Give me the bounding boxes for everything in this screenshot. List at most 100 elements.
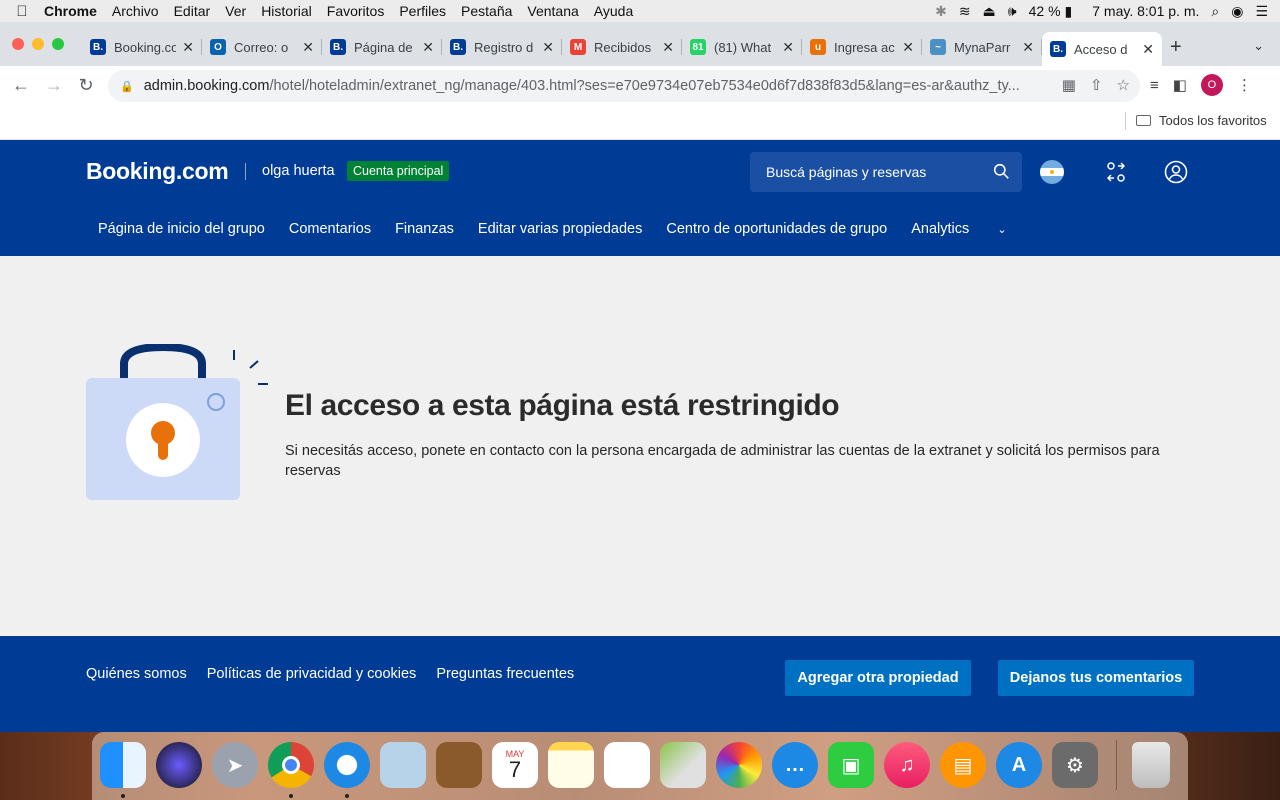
tab-1[interactable]: B. Booking.com ✕ bbox=[82, 32, 202, 62]
tab-title: Ingresa ac bbox=[834, 39, 895, 55]
mail-stamp-icon[interactable] bbox=[380, 742, 426, 788]
reminders-icon[interactable] bbox=[604, 742, 650, 788]
siri-icon[interactable] bbox=[156, 742, 202, 788]
tab-8[interactable]: ~ MynaParr ✕ bbox=[922, 32, 1042, 62]
booking-logo[interactable]: Booking.com bbox=[86, 158, 229, 185]
music-icon[interactable]: ♫ bbox=[884, 742, 930, 788]
photos-icon[interactable] bbox=[716, 742, 762, 788]
tab-3[interactable]: B. Página de ✕ bbox=[322, 32, 442, 62]
tab-2[interactable]: O Correo: o ✕ bbox=[202, 32, 322, 62]
volume-icon[interactable]: 🕪 bbox=[1008, 3, 1017, 20]
close-tab-icon[interactable]: ✕ bbox=[1022, 39, 1034, 56]
bluetooth-icon[interactable]: ✱ bbox=[935, 3, 947, 20]
profile-avatar[interactable]: O bbox=[1200, 74, 1223, 96]
close-tab-icon[interactable]: ✕ bbox=[542, 39, 554, 56]
new-tab-button[interactable]: + bbox=[1170, 36, 1182, 59]
apple-menu-icon[interactable]:  bbox=[0, 3, 44, 20]
maps-icon[interactable] bbox=[660, 742, 706, 788]
minimize-window-button[interactable] bbox=[32, 38, 44, 50]
close-tab-icon[interactable]: ✕ bbox=[782, 39, 794, 56]
more-menu-icon[interactable]: ⋮ bbox=[1237, 76, 1252, 94]
switch-properties-icon[interactable] bbox=[1104, 160, 1128, 184]
translate-icon[interactable]: ▦ bbox=[1062, 76, 1076, 94]
contacts-icon[interactable] bbox=[436, 742, 482, 788]
side-panel-icon[interactable]: ◧ bbox=[1173, 76, 1187, 94]
wifi-icon[interactable]: ≋ bbox=[959, 3, 971, 20]
menu-ventana[interactable]: Ventana bbox=[527, 3, 578, 19]
eject-icon[interactable]: ⏏ bbox=[983, 3, 996, 20]
books-icon[interactable]: ▤ bbox=[940, 742, 986, 788]
nav-analytics[interactable]: Analytics ⌄ bbox=[911, 221, 1030, 237]
booking-nav: Página de inicio del grupo Comentarios F… bbox=[98, 221, 1055, 237]
tab-search-chevron-icon[interactable]: ⌄ bbox=[1253, 38, 1264, 54]
nav-group-home[interactable]: Página de inicio del grupo bbox=[98, 221, 265, 237]
address-bar[interactable]: 🔒 admin.booking.com/hotel/hoteladmin/ext… bbox=[108, 70, 1140, 102]
finder-icon[interactable] bbox=[100, 742, 146, 788]
tab-7[interactable]: u Ingresa ac ✕ bbox=[802, 32, 922, 62]
close-tab-icon[interactable]: ✕ bbox=[422, 39, 434, 56]
close-window-button[interactable] bbox=[12, 38, 24, 50]
nav-reviews[interactable]: Comentarios bbox=[289, 221, 371, 237]
menu-historial[interactable]: Historial bbox=[261, 3, 312, 19]
menu-editar[interactable]: Editar bbox=[174, 3, 211, 19]
footer-about-link[interactable]: Quiénes somos bbox=[86, 666, 187, 682]
all-bookmarks-button[interactable]: Todos los favoritos bbox=[1136, 113, 1267, 128]
close-tab-icon[interactable]: ✕ bbox=[1142, 41, 1154, 58]
menubar-datetime[interactable]: 7 may. 8:01 p. m. bbox=[1092, 3, 1199, 19]
maximize-window-button[interactable] bbox=[52, 38, 64, 50]
argentina-flag-icon[interactable] bbox=[1040, 160, 1064, 184]
battery-icon[interactable]: ▮ bbox=[1065, 3, 1073, 20]
nav-finance[interactable]: Finanzas bbox=[395, 221, 454, 237]
launchpad-icon[interactable]: ➤ bbox=[212, 742, 258, 788]
facetime-icon[interactable]: ▣ bbox=[828, 742, 874, 788]
nav-opportunity-center[interactable]: Centro de oportunidades de grupo bbox=[666, 221, 887, 237]
tab-favicon-icon: O bbox=[210, 39, 226, 55]
trash-icon[interactable] bbox=[1132, 742, 1170, 788]
reading-list-icon[interactable]: ≡ bbox=[1150, 77, 1159, 94]
reload-icon[interactable]: ↻ bbox=[75, 75, 97, 96]
feedback-button[interactable]: Dejanos tus comentarios bbox=[998, 660, 1194, 696]
account-badge: Cuenta principal bbox=[347, 161, 450, 181]
share-icon[interactable]: ⇧ bbox=[1090, 76, 1103, 94]
tab-4[interactable]: B. Registro d ✕ bbox=[442, 32, 562, 62]
tab-favicon-icon: B. bbox=[450, 39, 466, 55]
menu-pestana[interactable]: Pestaña bbox=[461, 3, 512, 19]
user-account-icon[interactable] bbox=[1164, 160, 1188, 184]
menu-ayuda[interactable]: Ayuda bbox=[594, 3, 633, 19]
add-property-button[interactable]: Agregar otra propiedad bbox=[785, 660, 971, 696]
lock-icon[interactable]: 🔒 bbox=[120, 80, 134, 93]
tab-6[interactable]: 81 (81) What ✕ bbox=[682, 32, 802, 62]
siri-icon[interactable]: ◉ bbox=[1231, 3, 1243, 20]
control-center-icon[interactable]: ☰ bbox=[1255, 3, 1268, 20]
footer-privacy-link[interactable]: Políticas de privacidad y cookies bbox=[207, 666, 417, 682]
menu-archivo[interactable]: Archivo bbox=[112, 3, 159, 19]
bookmark-star-icon[interactable]: ☆ bbox=[1117, 76, 1130, 94]
tab-9[interactable]: B. Acceso d ✕ bbox=[1042, 32, 1162, 66]
system-preferences-icon[interactable]: ⚙ bbox=[1052, 742, 1098, 788]
tab-title: Booking.com bbox=[114, 39, 176, 55]
safari-icon[interactable] bbox=[324, 742, 370, 788]
battery-percent[interactable]: 42 % bbox=[1029, 3, 1061, 19]
messages-icon[interactable]: … bbox=[772, 742, 818, 788]
menu-perfiles[interactable]: Perfiles bbox=[399, 3, 446, 19]
chrome-icon[interactable] bbox=[268, 742, 314, 788]
menu-ver[interactable]: Ver bbox=[225, 3, 246, 19]
back-arrow-icon[interactable]: ← bbox=[10, 75, 32, 96]
nav-edit-properties[interactable]: Editar varias propiedades bbox=[478, 221, 642, 237]
close-tab-icon[interactable]: ✕ bbox=[902, 39, 914, 56]
tab-5[interactable]: M Recibidos ✕ bbox=[562, 32, 682, 62]
close-tab-icon[interactable]: ✕ bbox=[662, 39, 674, 56]
forward-arrow-icon[interactable]: → bbox=[43, 75, 65, 96]
notes-icon[interactable] bbox=[548, 742, 594, 788]
tab-title: Página de bbox=[354, 39, 413, 55]
menu-favoritos[interactable]: Favoritos bbox=[327, 3, 385, 19]
calendar-icon[interactable]: MAY 7 bbox=[492, 742, 538, 788]
search-box[interactable]: Buscá páginas y reservas bbox=[750, 152, 1022, 192]
footer-faq-link[interactable]: Preguntas frecuentes bbox=[436, 666, 574, 682]
close-tab-icon[interactable]: ✕ bbox=[302, 39, 314, 56]
spotlight-search-icon[interactable]: ⌕ bbox=[1211, 3, 1219, 20]
search-icon[interactable] bbox=[993, 163, 1010, 180]
close-tab-icon[interactable]: ✕ bbox=[182, 39, 194, 56]
menu-app-name[interactable]: Chrome bbox=[44, 3, 97, 19]
app-store-icon[interactable]: A bbox=[996, 742, 1042, 788]
